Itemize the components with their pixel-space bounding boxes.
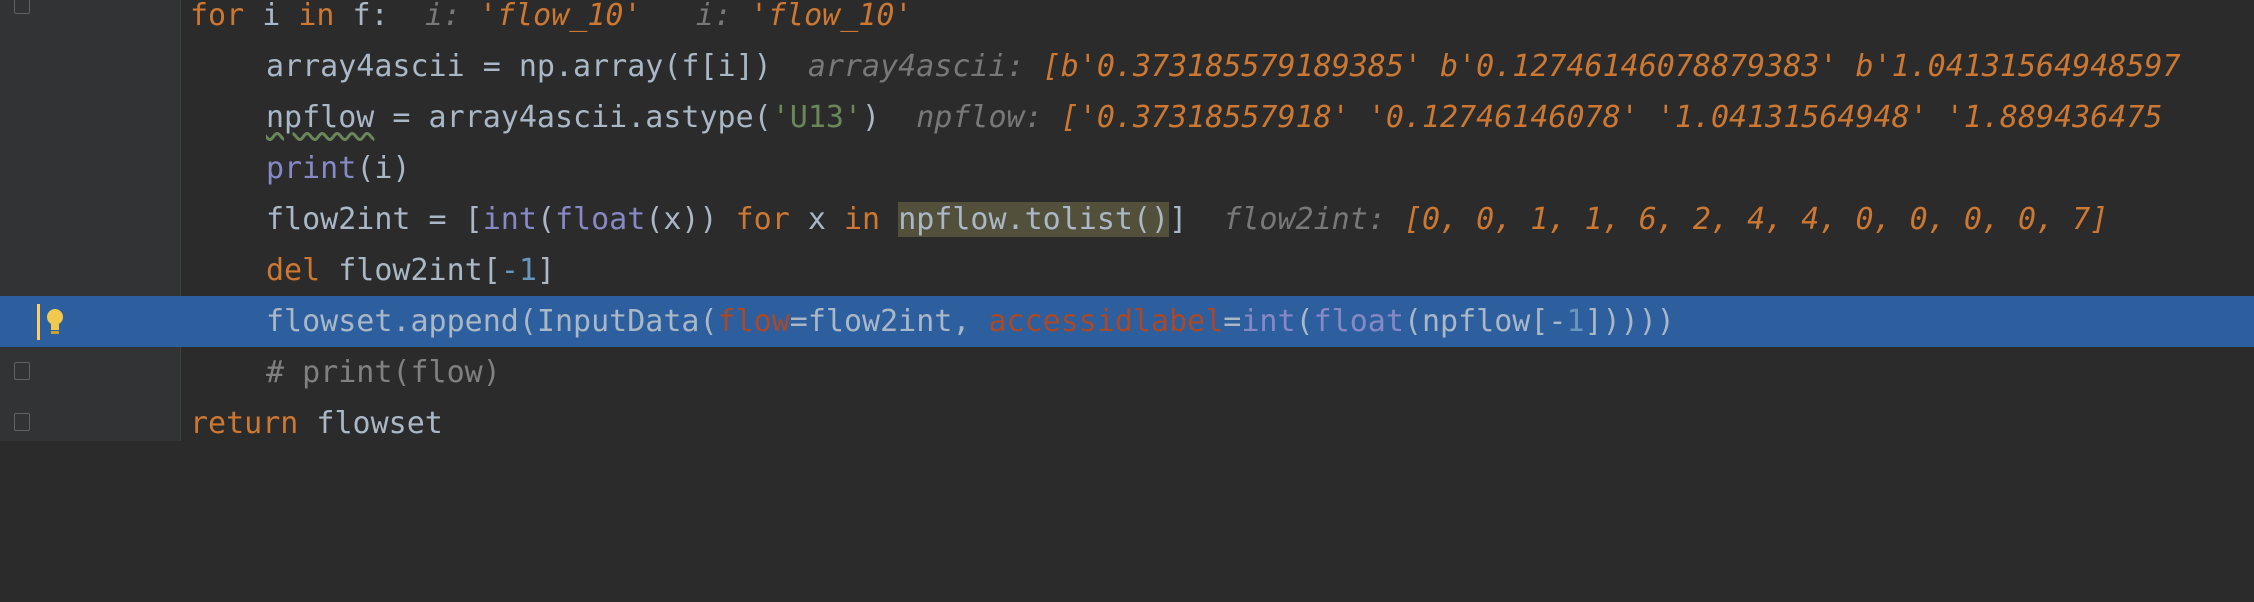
builtin-int: int bbox=[1241, 304, 1296, 339]
param-accessidlabel: accessidlabel bbox=[988, 304, 1224, 339]
code-text: = array4ascii.astype( bbox=[374, 100, 772, 135]
keyword-in: in bbox=[844, 202, 881, 237]
code-text: x bbox=[789, 202, 844, 237]
caret-marker bbox=[37, 304, 40, 340]
gutter-highlight bbox=[0, 296, 180, 347]
code-text: flowset bbox=[298, 406, 443, 441]
code-text: ) bbox=[862, 100, 881, 135]
code-line-7-current[interactable]: flowset.append(InputData(flow=flow2int, … bbox=[0, 296, 2254, 347]
string-literal: 'U13' bbox=[771, 100, 863, 135]
variable-npflow: npflow bbox=[266, 100, 375, 135]
keyword-return: return bbox=[190, 406, 299, 441]
builtin-float: float bbox=[555, 202, 646, 237]
inlay-hint-name: npflow: bbox=[916, 100, 1043, 135]
code-text: = bbox=[1223, 304, 1242, 339]
inlay-hint-name: array4ascii: bbox=[807, 49, 1025, 84]
code-line-8[interactable]: # print(flow) bbox=[0, 347, 2254, 398]
keyword-for: for bbox=[735, 202, 790, 237]
operator-minus: - bbox=[500, 253, 519, 288]
code-text: flow2int = [ bbox=[266, 202, 483, 237]
inlay-hint-value: ['0.37318557918' '0.12746146078' '1.0413… bbox=[1060, 100, 2163, 135]
code-editor[interactable]: for i in f: i: 'flow_10' i: 'flow_10' ar… bbox=[0, 0, 2254, 441]
code-text: (i) bbox=[356, 151, 411, 186]
lightbulb-icon[interactable] bbox=[44, 307, 66, 335]
inlay-hint-value: 'flow_10' bbox=[749, 0, 913, 33]
code-line-6[interactable]: del flow2int[-1] bbox=[0, 245, 2254, 296]
inlay-hint-name: i: bbox=[424, 0, 461, 33]
inlay-hint-value: [0, 0, 1, 1, 6, 2, 4, 4, 0, 0, 0, 0, 7] bbox=[1403, 202, 2109, 237]
comment: # print(flow) bbox=[266, 355, 501, 390]
code-text: flow2int[ bbox=[320, 253, 501, 288]
keyword-del: del bbox=[266, 253, 321, 288]
code-text: f: bbox=[334, 0, 389, 33]
number-literal: 1 bbox=[518, 253, 537, 288]
code-line-3[interactable]: npflow = array4ascii.astype('U13') npflo… bbox=[0, 92, 2254, 143]
builtin-int: int bbox=[482, 202, 537, 237]
param-flow: flow bbox=[717, 304, 790, 339]
code-line-4[interactable]: print(i) bbox=[0, 143, 2254, 194]
code-line-2[interactable]: array4ascii = np.array(f[i]) array4ascii… bbox=[0, 41, 2254, 92]
inlay-hint-name: i: bbox=[695, 0, 732, 33]
builtin-float: float bbox=[1313, 304, 1404, 339]
inlay-hint-value: [b'0.373185579189385' b'0.12746146078879… bbox=[1042, 49, 2181, 84]
code-text: ] bbox=[1169, 202, 1188, 237]
code-text: =flow2int, bbox=[789, 304, 989, 339]
selected-text[interactable]: npflow.tolist() bbox=[898, 202, 1170, 237]
code-text: (x)) bbox=[645, 202, 736, 237]
code-line-1[interactable]: for i in f: i: 'flow_10' i: 'flow_10' bbox=[0, 0, 2254, 41]
code-text: flowset.append(InputData( bbox=[266, 304, 718, 339]
keyword-in: in bbox=[298, 0, 335, 33]
code-text: ] bbox=[536, 253, 555, 288]
code-line-9[interactable]: return flowset bbox=[0, 398, 2254, 449]
code-text: (npflow[- bbox=[1403, 304, 1567, 339]
code-text: array4ascii = np.array(f[i]) bbox=[266, 49, 772, 84]
inlay-hint-name: flow2int: bbox=[1223, 202, 1386, 237]
code-line-5[interactable]: flow2int = [int(float(x)) for x in npflo… bbox=[0, 194, 2254, 245]
code-text: i bbox=[244, 0, 299, 33]
code-text: ])))) bbox=[1584, 304, 1675, 339]
code-text: ( bbox=[1295, 304, 1314, 339]
code-text: ( bbox=[536, 202, 555, 237]
number-literal: 1 bbox=[1566, 304, 1585, 339]
keyword-for: for bbox=[190, 0, 245, 33]
builtin-print: print bbox=[266, 151, 357, 186]
inlay-hint-value: 'flow_10' bbox=[479, 0, 642, 33]
